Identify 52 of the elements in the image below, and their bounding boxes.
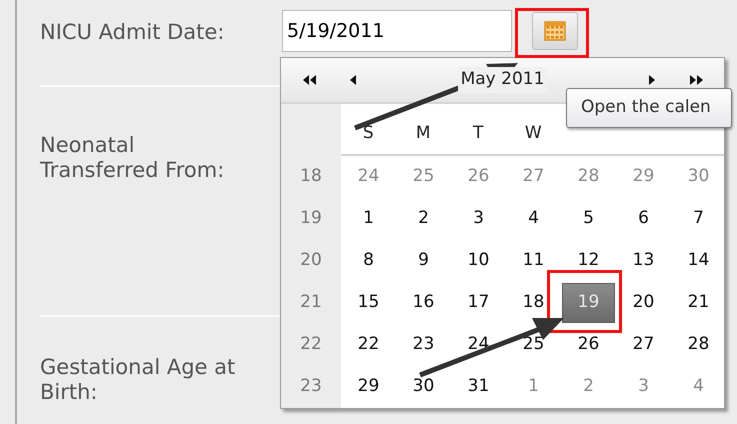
day-cell[interactable]: 27 (624, 330, 664, 360)
right-triangle-icon (649, 75, 655, 85)
day-cell[interactable]: 17 (458, 288, 498, 318)
day-cell[interactable]: 6 (624, 204, 664, 234)
day-cell[interactable]: 23 (404, 330, 444, 360)
weekday-label: W (524, 122, 543, 144)
field-label: Neonatal Transferred From: (40, 133, 226, 183)
day-cell[interactable]: 5 (568, 204, 608, 234)
day-cell[interactable]: 15 (348, 288, 388, 318)
date-field[interactable]: 5/19/2011 (282, 10, 512, 52)
day-cell[interactable]: 1 (348, 204, 388, 234)
day-cell[interactable]: 12 (568, 246, 608, 276)
weekday-label: S (362, 122, 375, 144)
tooltip-text: Open the calen (581, 96, 711, 120)
left-triangle-icon (350, 75, 356, 85)
weekday-label: M (414, 122, 432, 144)
day-cell[interactable]: 26 (568, 330, 608, 360)
double-left-triangle-icon (302, 75, 316, 85)
field-label: NICU Admit Date: (40, 20, 226, 45)
day-cell[interactable]: 7 (678, 204, 718, 234)
day-cell[interactable]: 13 (624, 246, 664, 276)
field-label: Gestational Age at Birth: (40, 355, 236, 405)
day-cell[interactable]: 21 (678, 288, 718, 318)
day-cell[interactable]: 18 (514, 288, 554, 318)
week-number: 21 (281, 282, 341, 324)
weekday-label: T (472, 122, 484, 144)
day-cell[interactable]: 31 (458, 372, 498, 402)
day-cell[interactable]: 2 (404, 204, 444, 234)
day-cell[interactable]: 16 (404, 288, 444, 318)
week-column-header (281, 104, 341, 156)
double-right-triangle-icon (690, 75, 702, 85)
week-number: 23 (281, 366, 341, 408)
week-number: 22 (281, 324, 341, 366)
day-cell[interactable]: 10 (458, 246, 498, 276)
week-number: 20 (281, 240, 341, 282)
day-cell[interactable]: 4 (514, 204, 554, 234)
day-cell[interactable]: 20 (624, 288, 664, 318)
day-cell[interactable]: 25 (514, 330, 554, 360)
day-cell[interactable]: 28 (678, 330, 718, 360)
day-cell[interactable]: 30 (404, 372, 444, 402)
day-cell[interactable]: 14 (678, 246, 718, 276)
week-number: 18 (281, 156, 341, 198)
month-title[interactable]: May 2011 (458, 67, 548, 93)
day-cell[interactable]: 9 (404, 246, 444, 276)
calendar-icon (544, 21, 566, 41)
day-cell[interactable]: 24 (458, 330, 498, 360)
day-cell[interactable]: 8 (348, 246, 388, 276)
day-cell[interactable]: 22 (348, 330, 388, 360)
week-number: 19 (281, 198, 341, 240)
day-cell[interactable]: 11 (514, 246, 554, 276)
day-cell[interactable]: 29 (348, 372, 388, 402)
day-cell[interactable]: 3 (458, 204, 498, 234)
